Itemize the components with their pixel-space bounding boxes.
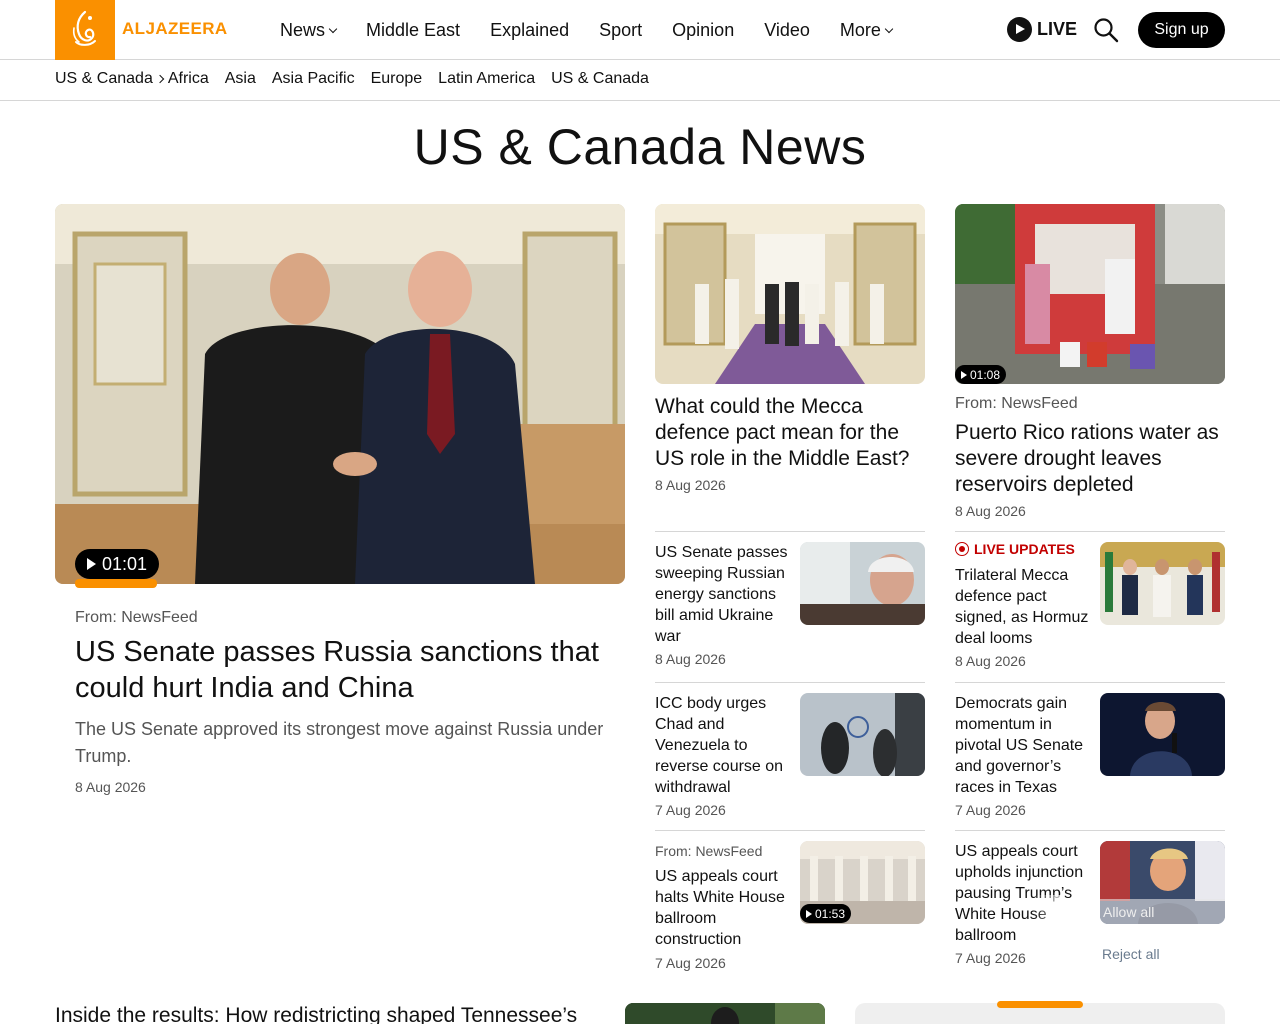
list-item-image[interactable] bbox=[1100, 693, 1225, 776]
breadcrumb[interactable]: US & Canada bbox=[55, 70, 168, 88]
main-nav: News Middle East Explained Sport Opinion… bbox=[280, 0, 922, 60]
region-subnav: US & Canada Africa Asia Asia Pacific Eur… bbox=[0, 61, 1280, 101]
live-updates-label: LIVE UPDATES bbox=[974, 541, 1075, 557]
logo-wordmark[interactable]: ALJAZEERA bbox=[122, 19, 228, 39]
article-source: From: NewsFeed bbox=[75, 609, 198, 626]
list-item-date: 7 Aug 2026 bbox=[955, 950, 1026, 966]
search-icon[interactable] bbox=[1093, 17, 1119, 43]
card-headline[interactable]: What could the Mecca defence pact mean f… bbox=[655, 394, 925, 472]
play-icon bbox=[806, 909, 812, 918]
play-icon bbox=[87, 558, 96, 570]
site-header: ALJAZEERA News Middle East Explained Spo… bbox=[0, 0, 1280, 60]
list-item-date: 7 Aug 2026 bbox=[655, 802, 726, 818]
puerto-rico-photo bbox=[955, 204, 1225, 384]
duration-label: 01:08 bbox=[970, 367, 1001, 382]
divider bbox=[655, 830, 925, 831]
list-item-image[interactable] bbox=[800, 542, 925, 625]
bottom-image[interactable] bbox=[625, 1003, 825, 1024]
loading-indicator bbox=[997, 1001, 1083, 1008]
list-item-image[interactable]: 01:53 bbox=[800, 841, 925, 924]
divider bbox=[655, 531, 925, 532]
list-item-image[interactable] bbox=[800, 693, 925, 776]
subnav-asia[interactable]: Asia bbox=[225, 70, 256, 88]
icc-photo bbox=[800, 693, 925, 776]
video-duration-badge[interactable]: 01:53 bbox=[800, 904, 852, 923]
list-item-headline[interactable]: US appeals court upholds injunction paus… bbox=[955, 841, 1090, 946]
nav-opinion[interactable]: Opinion bbox=[672, 20, 734, 41]
nav-explained[interactable]: Explained bbox=[490, 20, 569, 41]
divider bbox=[955, 830, 1225, 831]
candidate-photo bbox=[1100, 693, 1225, 776]
duration-label: 01:53 bbox=[815, 906, 846, 921]
aljazeera-logo[interactable] bbox=[55, 0, 115, 60]
live-button[interactable]: LIVE bbox=[1007, 17, 1077, 42]
sign-up-button[interactable]: Sign up bbox=[1138, 12, 1225, 48]
senator-photo bbox=[800, 542, 925, 625]
video-progress-indicator bbox=[75, 579, 157, 588]
nav-middle-east[interactable]: Middle East bbox=[366, 20, 460, 41]
divider bbox=[955, 531, 1225, 532]
nav-more-label: More bbox=[839, 19, 881, 40]
allow-all-button[interactable]: Allow all bbox=[1103, 904, 1154, 920]
subnav-asia-pacific[interactable]: Asia Pacific bbox=[272, 70, 355, 88]
duration-label: 01:01 bbox=[102, 553, 148, 574]
article-source: From: NewsFeed bbox=[655, 843, 763, 859]
card-date: 8 Aug 2026 bbox=[955, 503, 1026, 519]
subnav-africa[interactable]: Africa bbox=[168, 70, 209, 88]
card-date: 8 Aug 2026 bbox=[655, 477, 726, 493]
video-duration-badge[interactable]: 01:01 bbox=[75, 549, 160, 579]
consent-overlay-fade bbox=[1033, 895, 1063, 923]
list-item-date: 7 Aug 2026 bbox=[655, 955, 726, 971]
signing-photo bbox=[1100, 542, 1225, 625]
nav-news[interactable]: News bbox=[280, 19, 338, 41]
video-duration-badge[interactable]: 01:08 bbox=[955, 365, 1007, 384]
chevron-down-icon bbox=[884, 24, 894, 33]
list-item-date: 7 Aug 2026 bbox=[955, 802, 1026, 818]
live-label: LIVE bbox=[1037, 19, 1078, 39]
live-updates-badge: LIVE UPDATES bbox=[955, 541, 1075, 557]
nav-more[interactable]: More bbox=[839, 19, 894, 41]
subnav-latin-america[interactable]: Latin America bbox=[438, 70, 535, 88]
card-headline[interactable]: Puerto Rico rations water as severe drou… bbox=[955, 420, 1225, 498]
article-source: From: NewsFeed bbox=[955, 395, 1078, 412]
nav-news-label: News bbox=[280, 19, 326, 40]
list-item-headline[interactable]: US appeals court halts White House ballr… bbox=[655, 866, 790, 950]
subnav-us-canada[interactable]: US & Canada bbox=[551, 70, 649, 88]
featured-photo bbox=[55, 204, 625, 584]
featured-image[interactable]: 01:01 bbox=[55, 204, 625, 584]
card-image[interactable] bbox=[655, 204, 925, 384]
featured-description: The US Senate approved its strongest mov… bbox=[75, 719, 604, 766]
live-indicator-icon bbox=[955, 542, 969, 556]
list-item-headline[interactable]: US Senate passes sweeping Russian energy… bbox=[655, 542, 790, 647]
list-item-headline[interactable]: ICC body urges Chad and Venezuela to rev… bbox=[655, 693, 790, 798]
divider bbox=[655, 682, 925, 683]
chevron-down-icon bbox=[328, 24, 338, 33]
nav-sport[interactable]: Sport bbox=[599, 20, 642, 41]
play-icon bbox=[961, 370, 967, 379]
card-image[interactable]: 01:08 bbox=[955, 204, 1225, 384]
play-icon bbox=[1007, 17, 1032, 42]
list-item-headline[interactable]: Democrats gain momentum in pivotal US Se… bbox=[955, 693, 1090, 798]
reject-all-button[interactable]: Reject all bbox=[1102, 946, 1160, 962]
list-item-image[interactable] bbox=[1100, 542, 1225, 625]
mecca-photo bbox=[655, 204, 925, 384]
subnav-europe[interactable]: Europe bbox=[371, 70, 423, 88]
list-item-date: 8 Aug 2026 bbox=[955, 653, 1026, 669]
featured-headline[interactable]: US Senate passes Russia sanctions that c… bbox=[75, 634, 605, 706]
page-title: US & Canada News bbox=[413, 119, 867, 175]
nav-video[interactable]: Video bbox=[764, 20, 810, 41]
featured-date: 8 Aug 2026 bbox=[75, 779, 146, 795]
breadcrumb-label: US & Canada bbox=[55, 70, 153, 87]
bottom-headline[interactable]: Inside the results: How redistricting sh… bbox=[55, 1003, 615, 1024]
chevron-right-icon bbox=[155, 74, 165, 84]
divider bbox=[955, 682, 1225, 683]
bottom-photo bbox=[625, 1003, 825, 1024]
list-item-date: 8 Aug 2026 bbox=[655, 651, 726, 667]
list-item-headline[interactable]: Trilateral Mecca defence pact signed, as… bbox=[955, 565, 1090, 649]
logo-calligraphy-icon bbox=[72, 10, 96, 46]
